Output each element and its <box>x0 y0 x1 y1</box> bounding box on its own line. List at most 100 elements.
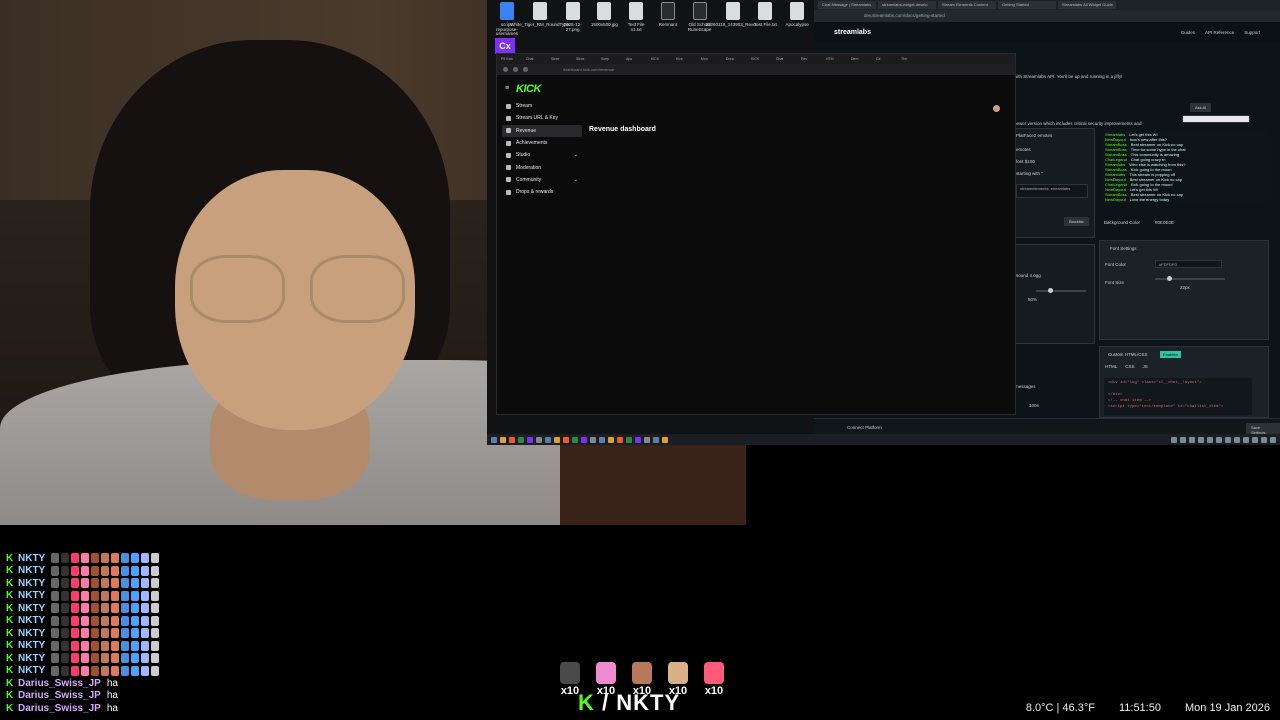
tray-icon[interactable] <box>1180 436 1186 443</box>
kick-browser-tab[interactable]: Apo <box>626 57 648 61</box>
code-tab[interactable]: JS <box>1143 364 1148 369</box>
sidebar-item-revenue[interactable]: Revenue <box>502 124 582 137</box>
sidebar-item-achievements[interactable]: Achievements <box>502 137 582 149</box>
kick-browser-tab[interactable]: Strea <box>576 57 598 61</box>
tray-icon[interactable] <box>1270 436 1276 443</box>
kick-browser-tab[interactable]: KICK <box>751 57 773 61</box>
tray-icon[interactable] <box>1252 436 1258 443</box>
back-icon[interactable] <box>503 67 508 72</box>
cx-app-icon[interactable]: Cx <box>495 38 515 54</box>
kick-browser-tab[interactable]: Dem <box>851 57 873 61</box>
blacklist-button[interactable]: Blacklist <box>1064 217 1089 226</box>
taskbar-app-icon[interactable] <box>599 436 605 443</box>
streamlabs-logo[interactable]: streamlabs <box>834 29 871 36</box>
sidebar-item-stream[interactable]: Stream <box>502 100 582 112</box>
taskbar-app-icon[interactable] <box>572 436 578 443</box>
desktop-icon[interactable]: Remnant <box>654 2 682 50</box>
connect-platform-button[interactable]: Connect Platform <box>847 425 882 430</box>
tray-icon[interactable] <box>1198 436 1204 443</box>
reload-icon[interactable] <box>523 67 528 72</box>
sidebar-item-studio[interactable]: Studio ⌄ <box>502 149 582 161</box>
tray-icon[interactable] <box>1216 436 1222 443</box>
hamburger-menu-icon[interactable]: ≡ <box>505 85 509 92</box>
sidebar-item-community[interactable]: Community ⌄ <box>502 174 582 186</box>
kick-browser-tab[interactable]: Kick <box>676 57 698 61</box>
desktop-icon[interactable]: White_Tiger_RM_RoundType <box>510 2 569 50</box>
blacklist-input[interactable]: streamelements, streamlabs <box>1016 184 1088 198</box>
ask-ai-button[interactable]: Ask AI <box>1190 103 1212 112</box>
taskbar-app-icon[interactable] <box>662 436 668 443</box>
tray-icon[interactable] <box>1189 436 1195 443</box>
kick-browser-tab[interactable]: Chat <box>526 57 548 61</box>
kick-browser-tab[interactable]: Dono <box>726 57 748 61</box>
kick-browser-tab[interactable]: Rev <box>801 57 823 61</box>
kick-browser-tab[interactable]: Scrip <box>601 57 623 61</box>
sound-file[interactable]: sound 4.ogg <box>1016 273 1041 278</box>
taskbar-app-icon[interactable] <box>653 436 659 443</box>
volume-slider[interactable] <box>1036 288 1086 293</box>
kick-browser-tab[interactable]: HTM <box>826 57 848 61</box>
taskbar-app-icon[interactable] <box>608 436 614 443</box>
sidebar-item-drops-rewards[interactable]: Drops & rewards <box>502 186 582 198</box>
chevron-down-icon[interactable]: ⌄ <box>574 152 578 158</box>
kick-browser-tab[interactable]: Stree <box>551 57 573 61</box>
taskbar-app-icon[interactable] <box>527 436 533 443</box>
taskbar-app-icon[interactable] <box>563 436 569 443</box>
taskbar-app-icon[interactable] <box>554 436 560 443</box>
desktop-icon[interactable]: 2025-12-27.png <box>559 2 587 50</box>
font-color-input[interactable]: #FDFDFD <box>1155 260 1222 268</box>
taskbar-app-icon[interactable] <box>509 436 515 443</box>
kick-address-bar[interactable]: dashboard.kick.com/revenue <box>497 64 1015 75</box>
taskbar-app-icon[interactable] <box>500 436 506 443</box>
code-tab[interactable]: HTML <box>1105 364 1117 369</box>
sidebar-item-moderation[interactable]: Moderation <box>502 161 582 173</box>
kick-browser-tab[interactable]: Chat <box>776 57 798 61</box>
forward-icon[interactable] <box>513 67 518 72</box>
browser-tab[interactable]: Stream Elements Content <box>938 1 996 9</box>
taskbar-app-icon[interactable] <box>491 436 497 443</box>
desktop-icon[interactable]: Apocalypse <box>783 2 811 50</box>
browser-tab[interactable]: streamlabs-widget-develo <box>878 1 936 9</box>
address-bar[interactable]: dev.streamlabs.com/docs/getting-started <box>814 10 1280 22</box>
tray-icon[interactable] <box>1225 436 1231 443</box>
taskbar-app-icon[interactable] <box>617 436 623 443</box>
browser-tab[interactable]: Streamlabs All Widget Guide <box>1058 1 1116 9</box>
kick-browser-tab[interactable]: C# <box>876 57 898 61</box>
font-size-slider[interactable] <box>1155 276 1225 281</box>
tray-icon[interactable] <box>1207 436 1213 443</box>
tray-icon[interactable] <box>1261 436 1267 443</box>
kick-browser-tab[interactable]: P6 Kick <box>501 57 523 61</box>
desktop-icon[interactable]: Test File n1.txt <box>622 2 650 50</box>
kick-logo[interactable]: KICK <box>516 83 541 95</box>
desktop-icon[interactable]: 20260119_143903_Revo... <box>706 2 759 50</box>
user-avatar[interactable] <box>993 105 1000 112</box>
taskbar-app-icon[interactable] <box>635 436 641 443</box>
nav-link[interactable]: Guides <box>1181 30 1195 35</box>
nav-link[interactable]: Support <box>1244 30 1260 35</box>
desktop-icon[interactable]: 1500x500.jpg <box>591 2 619 50</box>
sidebar-item-stream-url-key[interactable]: Stream URL & Key <box>502 112 582 124</box>
chevron-down-icon[interactable]: ⌄ <box>574 177 578 183</box>
kick-browser-tab[interactable]: The <box>901 57 923 61</box>
ask-ai-input[interactable] <box>1182 115 1250 123</box>
nav-link[interactable]: API Reference <box>1205 30 1234 35</box>
kick-browser-tab[interactable]: Mon <box>701 57 723 61</box>
code-editor[interactable]: <div id="log" class="sl__chat__layout"> <… <box>1104 378 1252 415</box>
bg-color-value[interactable]: #0E0E0E <box>1155 220 1174 225</box>
taskbar-app-icon[interactable] <box>581 436 587 443</box>
code-tab[interactable]: CSS <box>1125 364 1134 369</box>
browser-tab[interactable]: Getting Started <box>998 1 1056 9</box>
taskbar-app-icon[interactable] <box>626 436 632 443</box>
kick-url[interactable]: dashboard.kick.com/revenue <box>563 67 614 72</box>
tray-icon[interactable] <box>1234 436 1240 443</box>
kick-browser-tab[interactable]: KICK <box>651 57 673 61</box>
browser-tab[interactable]: Chat Message | Streamlabs <box>818 1 876 9</box>
taskbar-app-icon[interactable] <box>545 436 551 443</box>
taskbar-app-icon[interactable] <box>536 436 542 443</box>
taskbar-app-icon[interactable] <box>518 436 524 443</box>
tray-icon[interactable] <box>1171 436 1177 443</box>
taskbar-app-icon[interactable] <box>644 436 650 443</box>
tray-icon[interactable] <box>1243 436 1249 443</box>
desktop-icon[interactable]: Test File.txt <box>752 2 780 50</box>
taskbar-app-icon[interactable] <box>590 436 596 443</box>
